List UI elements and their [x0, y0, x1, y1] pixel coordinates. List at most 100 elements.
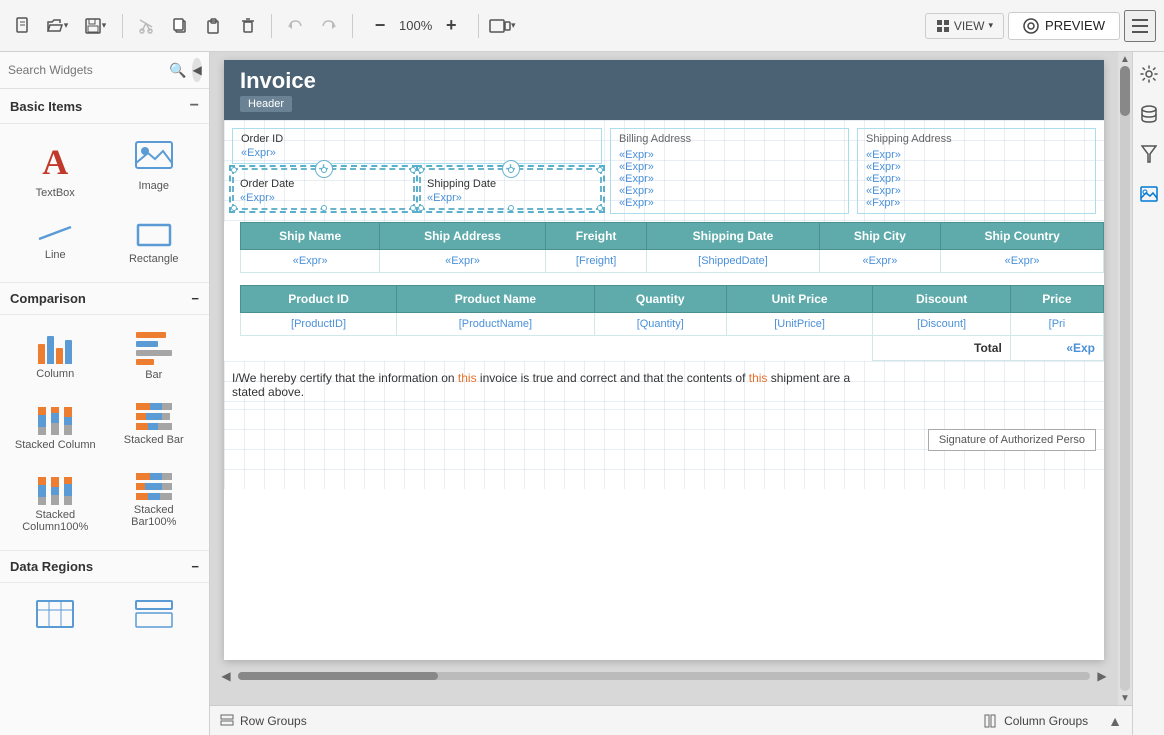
handle2-tr — [597, 167, 603, 173]
total-expr: «Exp — [1010, 336, 1103, 361]
quantity-header: Quantity — [594, 286, 726, 313]
data-regions-label: Data Regions — [10, 559, 93, 574]
ship-name-data: «Expr» — [241, 250, 380, 273]
save-button[interactable]: ▾ — [76, 11, 114, 41]
shipping-date-box[interactable]: ✛ Shipping Date «Expr» — [419, 168, 602, 210]
handle2-tl — [418, 167, 424, 173]
scroll-left-button[interactable]: ◀ — [214, 669, 238, 683]
v-scrollbar-thumb[interactable] — [1120, 66, 1130, 116]
menu-button[interactable] — [1124, 10, 1156, 42]
redo-button[interactable] — [314, 11, 344, 41]
image-panel-icon[interactable] — [1135, 180, 1163, 208]
undo-button[interactable] — [280, 11, 310, 41]
product-name-data: [ProductName] — [397, 313, 595, 336]
open-button[interactable]: ▾ — [42, 11, 72, 41]
v-scrollbar[interactable]: ▲ ▼ — [1118, 52, 1132, 705]
line-widget[interactable]: Line — [8, 212, 103, 274]
search-input[interactable] — [8, 63, 163, 77]
handle-br — [410, 205, 416, 211]
data-region-list-widget[interactable] — [107, 591, 202, 640]
shipping-address-title: Shipping Address — [866, 133, 1087, 145]
bar-widget[interactable]: Bar — [107, 323, 202, 390]
zoom-in-button[interactable]: + — [436, 11, 466, 41]
collapse-basic-button[interactable]: − — [190, 97, 199, 115]
cert-text: I/We hereby certify that the information… — [232, 371, 1096, 385]
comparison-grid: Column Bar — [0, 315, 209, 550]
order-id-box[interactable]: Order ID «Expr» — [232, 128, 602, 164]
shipping-expr-3: «Expr» — [866, 173, 1087, 185]
image-widget[interactable]: Image — [107, 132, 202, 208]
database-icon[interactable] — [1135, 100, 1163, 128]
delete-button[interactable] — [233, 11, 263, 41]
v-scrollbar-track[interactable] — [1120, 66, 1130, 691]
basic-items-section-header: Basic Items − — [0, 89, 209, 124]
stacked-column-label: Stacked Column — [15, 439, 96, 451]
right-panel — [1132, 52, 1164, 735]
image-label: Image — [138, 180, 169, 192]
scroll-up-button[interactable]: ▲ — [1120, 54, 1130, 64]
shipping-address-box[interactable]: Shipping Address «Expr» «Expr» «Expr» «E… — [857, 128, 1096, 214]
stacked-column100-widget[interactable]: Stacked Column100% — [8, 464, 103, 542]
comparison-section-header: Comparison − — [0, 282, 209, 315]
data-regions-section-header: Data Regions − — [0, 550, 209, 583]
stacked-bar100-widget[interactable]: Stacked Bar100% — [107, 464, 202, 542]
ship-country-header: Ship Country — [941, 223, 1104, 250]
shipping-expr-5: «Fxpr» — [866, 197, 1087, 209]
order-fields-panel: Order ID «Expr» ✛ — [232, 128, 602, 214]
main-area: 🔍 ◀ Basic Items − A TextBox Image — [0, 52, 1164, 735]
zoom-level: 100% — [399, 18, 432, 33]
collapse-sidebar-button[interactable]: ◀ — [192, 58, 201, 82]
textbox-widget[interactable]: A TextBox — [8, 132, 103, 208]
separator-2 — [271, 14, 272, 38]
canvas-scroll[interactable]: Invoice Header Order ID «Expr» — [210, 52, 1118, 705]
billing-address-box[interactable]: Billing Address «Expr» «Expr» «Expr» «Ex… — [610, 128, 849, 214]
h-scrollbar-area[interactable]: ◀ ▶ — [210, 668, 1118, 684]
textbox-label: TextBox — [36, 187, 75, 199]
collapse-data-regions-button[interactable]: − — [191, 559, 199, 574]
stacked-column100-icon — [38, 473, 72, 505]
collapse-comparison-button[interactable]: − — [191, 291, 199, 306]
paste-button[interactable] — [199, 11, 229, 41]
view-label: VIEW — [954, 19, 985, 33]
shipping-expr-4: «Expr» — [866, 185, 1087, 197]
product-id-data: [ProductID] — [241, 313, 397, 336]
column-groups-icon — [984, 714, 998, 728]
new-button[interactable] — [8, 11, 38, 41]
filter-icon[interactable] — [1135, 140, 1163, 168]
cert-highlight-1: this — [458, 371, 477, 385]
stacked-column-widget[interactable]: Stacked Column — [8, 394, 103, 460]
handle2-bc — [508, 205, 514, 211]
collapse-bottom-button[interactable]: ▲ — [1108, 713, 1122, 729]
quantity-data: [Quantity] — [594, 313, 726, 336]
scroll-down-button[interactable]: ▼ — [1120, 693, 1130, 703]
separator-3 — [352, 14, 353, 38]
rectangle-widget[interactable]: Rectangle — [107, 212, 202, 274]
device-view-button[interactable]: ▾ — [487, 11, 517, 41]
settings-icon[interactable] — [1135, 60, 1163, 88]
row-groups-item: Row Groups — [220, 714, 307, 728]
discount-header: Discount — [873, 286, 1010, 313]
date-row: ✛ Order Date «Expr» — [232, 168, 602, 210]
bar-icon — [136, 332, 172, 365]
billing-expr-4: «Expr» — [619, 185, 840, 197]
data-region-table-widget[interactable] — [8, 591, 103, 640]
order-date-box[interactable]: ✛ Order Date «Expr» — [232, 168, 415, 210]
view-button[interactable]: VIEW ▾ — [925, 13, 1004, 39]
separator-1 — [122, 14, 123, 38]
billing-address-panel: Billing Address «Expr» «Expr» «Expr» «Ex… — [610, 128, 849, 214]
preview-button[interactable]: PREVIEW — [1008, 12, 1120, 40]
column-widget[interactable]: Column — [8, 323, 103, 390]
h-scrollbar-thumb[interactable] — [238, 672, 438, 680]
zoom-out-button[interactable]: − — [365, 11, 395, 41]
copy-button[interactable] — [165, 11, 195, 41]
textbox-icon: A — [42, 141, 68, 183]
cut-button[interactable] — [131, 11, 161, 41]
stacked-bar100-icon — [136, 473, 172, 500]
stacked-bar-widget[interactable]: Stacked Bar — [107, 394, 202, 460]
left-sidebar: 🔍 ◀ Basic Items − A TextBox Image — [0, 52, 210, 735]
comparison-label: Comparison — [10, 291, 86, 306]
h-scrollbar-track[interactable] — [238, 672, 1090, 680]
search-icon[interactable]: 🔍 — [169, 62, 186, 79]
billing-expr-5: «Expr» — [619, 197, 840, 209]
scroll-right-button[interactable]: ▶ — [1090, 669, 1114, 683]
